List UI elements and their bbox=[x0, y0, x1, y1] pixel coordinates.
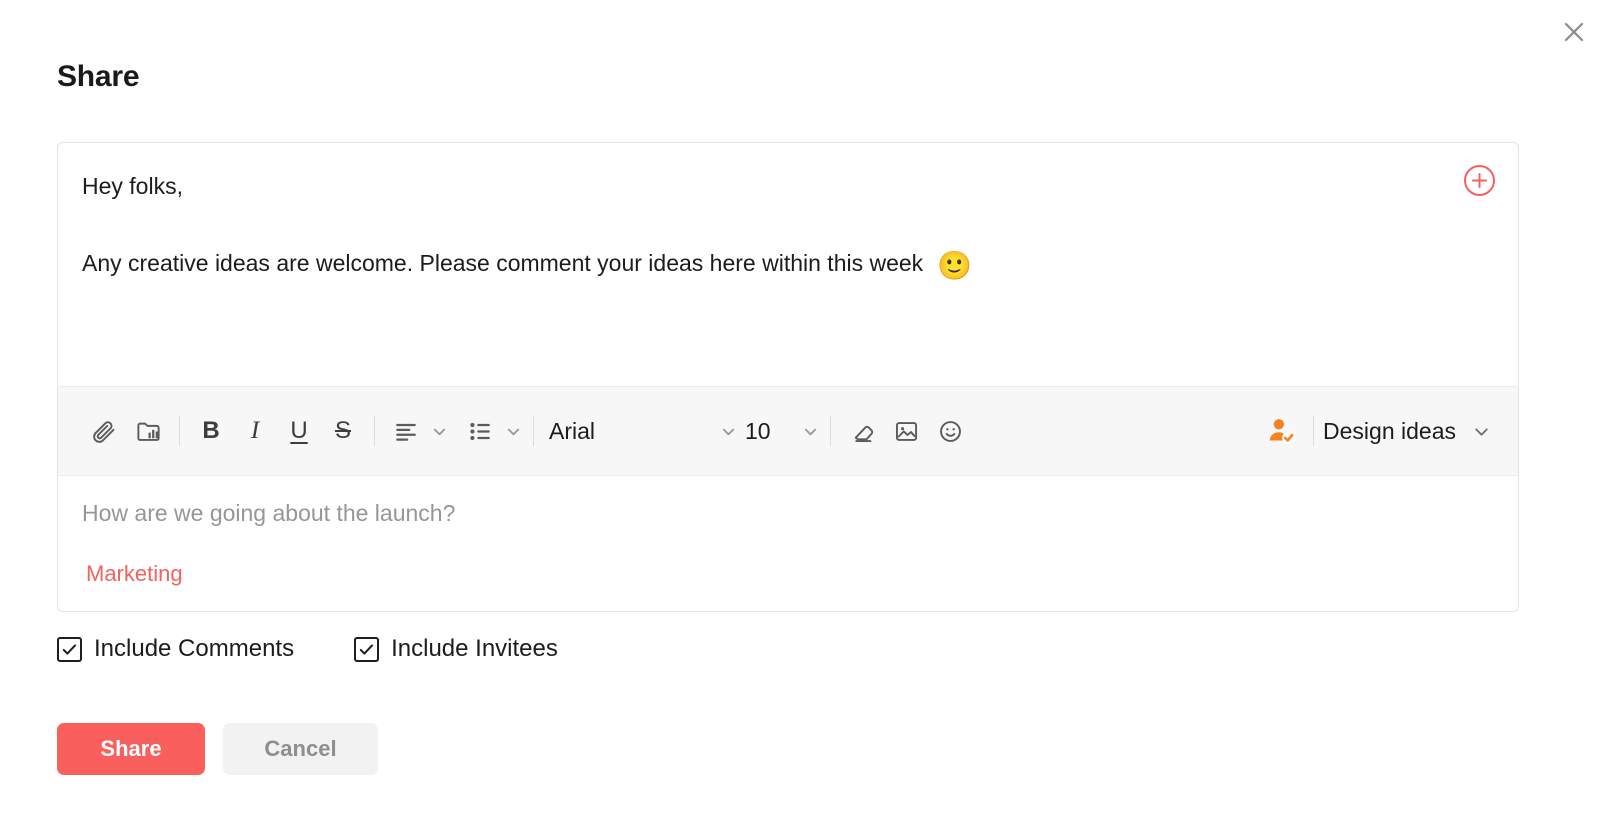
font-family-value: Arial bbox=[549, 418, 595, 445]
check-icon bbox=[61, 641, 78, 658]
option-label: Include Comments bbox=[94, 635, 294, 663]
list-dropdown[interactable] bbox=[458, 409, 524, 453]
share-button[interactable]: Share bbox=[57, 723, 205, 775]
chevron-down-icon[interactable] bbox=[1470, 420, 1492, 442]
toolbar-divider bbox=[374, 416, 375, 446]
image-icon[interactable] bbox=[884, 409, 928, 453]
paperclip-icon[interactable] bbox=[82, 409, 126, 453]
page-title: Share bbox=[57, 60, 139, 94]
font-size-value: 10 bbox=[745, 418, 771, 445]
checkbox-include-invitees[interactable] bbox=[354, 637, 379, 662]
bulleted-list-icon[interactable] bbox=[458, 409, 502, 453]
subject-input[interactable] bbox=[82, 500, 1494, 527]
italic-button[interactable]: I bbox=[233, 409, 277, 453]
close-glyph bbox=[1563, 21, 1585, 43]
tag-marketing[interactable]: Marketing bbox=[86, 561, 183, 587]
share-dialog: Share Hey folks, Any creative ideas are … bbox=[0, 0, 1614, 840]
options-row: Include Comments Include Invitees bbox=[57, 635, 558, 663]
strikethrough-button[interactable]: S bbox=[321, 409, 365, 453]
user-check-icon[interactable] bbox=[1260, 409, 1304, 453]
chevron-down-icon[interactable] bbox=[717, 420, 739, 442]
chevron-glyph bbox=[432, 424, 447, 439]
checkbox-include-comments[interactable] bbox=[57, 637, 82, 662]
plus-glyph bbox=[1471, 172, 1488, 189]
option-include-comments[interactable]: Include Comments bbox=[57, 635, 294, 663]
eraser-glyph bbox=[849, 418, 876, 445]
chevron-glyph bbox=[721, 424, 736, 439]
plus-circle-icon[interactable] bbox=[1464, 165, 1495, 196]
smiley-emoji-icon: 🙂 bbox=[937, 252, 972, 280]
align-left-glyph bbox=[393, 418, 419, 444]
chevron-glyph bbox=[1473, 423, 1490, 440]
message-line-2-text: Any creative ideas are welcome. Please c… bbox=[82, 248, 923, 279]
cancel-button[interactable]: Cancel bbox=[223, 723, 378, 775]
category-value: Design ideas bbox=[1323, 418, 1456, 445]
chevron-down-icon[interactable] bbox=[799, 420, 821, 442]
eraser-icon[interactable] bbox=[840, 409, 884, 453]
message-line-2: Any creative ideas are welcome. Please c… bbox=[82, 248, 1494, 279]
smiley-icon[interactable] bbox=[928, 409, 972, 453]
message-editor: Hey folks, Any creative ideas are welcom… bbox=[57, 142, 1519, 612]
check-icon bbox=[358, 641, 375, 658]
folder-image-icon[interactable] bbox=[126, 409, 170, 453]
chevron-glyph bbox=[506, 424, 521, 439]
smiley-glyph bbox=[937, 418, 964, 445]
category-dropdown[interactable]: Design ideas bbox=[1323, 418, 1494, 445]
toolbar-divider bbox=[533, 416, 534, 446]
folder-image-glyph bbox=[135, 418, 162, 445]
chevron-down-icon[interactable] bbox=[502, 420, 524, 442]
tag-row: Marketing bbox=[82, 561, 1494, 587]
user-check-glyph bbox=[1267, 416, 1297, 446]
font-family-dropdown[interactable]: Arial bbox=[543, 409, 739, 453]
option-label: Include Invitees bbox=[391, 635, 558, 663]
toolbar-divider bbox=[830, 416, 831, 446]
bulleted-list-glyph bbox=[467, 418, 493, 444]
toolbar-divider bbox=[1313, 416, 1314, 446]
image-glyph bbox=[893, 418, 920, 445]
subject-area: Marketing bbox=[58, 476, 1518, 611]
toolbar-divider bbox=[179, 416, 180, 446]
option-include-invitees[interactable]: Include Invitees bbox=[354, 635, 558, 663]
close-icon[interactable] bbox=[1556, 14, 1592, 50]
message-line-1: Hey folks, bbox=[82, 171, 1494, 202]
font-size-dropdown[interactable]: 10 bbox=[739, 409, 821, 453]
bold-button[interactable]: B bbox=[189, 409, 233, 453]
message-body[interactable]: Hey folks, Any creative ideas are welcom… bbox=[58, 143, 1518, 386]
chevron-down-icon[interactable] bbox=[428, 420, 450, 442]
underline-button[interactable]: U bbox=[277, 409, 321, 453]
align-left-icon[interactable] bbox=[384, 409, 428, 453]
chevron-glyph bbox=[803, 424, 818, 439]
formatting-toolbar: B I U S bbox=[58, 386, 1518, 476]
paperclip-glyph bbox=[91, 418, 118, 445]
align-dropdown[interactable] bbox=[384, 409, 450, 453]
action-buttons: Share Cancel bbox=[57, 723, 378, 775]
